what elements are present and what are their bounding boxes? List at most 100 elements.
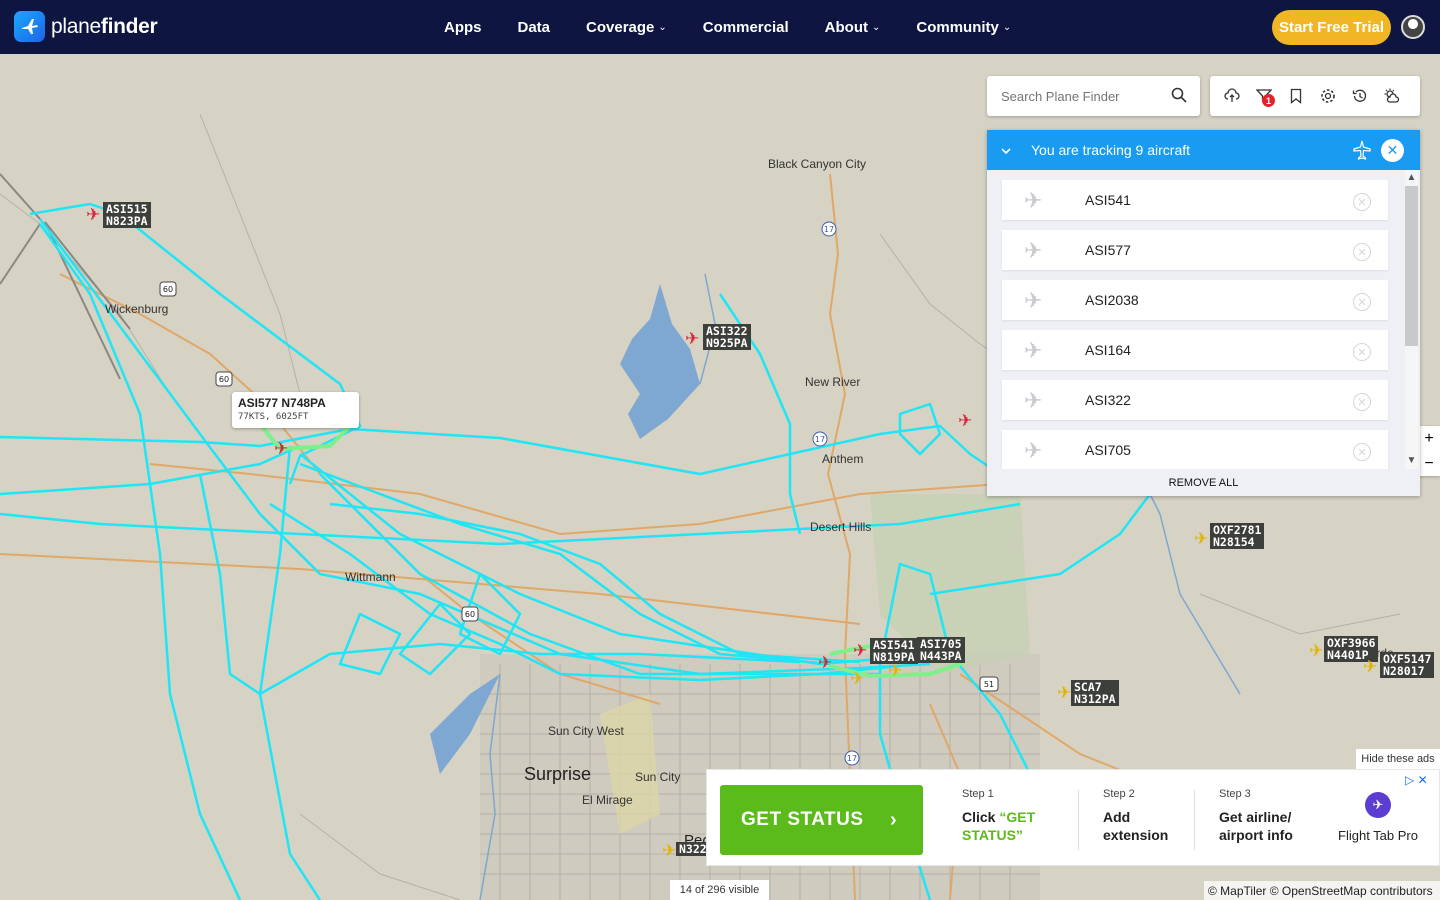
start-free-trial-button[interactable]: Start Free Trial	[1272, 10, 1391, 45]
aircraft-icon-asi577[interactable]: ✈	[274, 440, 288, 457]
tracked-aircraft-name: ASI705	[1085, 442, 1131, 458]
zoom-controls: + −	[1418, 426, 1440, 476]
aircraft-label-asi515[interactable]: ASI515 N823PA	[103, 202, 151, 228]
nav-item-community[interactable]: Community ⌄	[916, 19, 1011, 36]
aircraft-label-sca7[interactable]: SCA7 N312PA	[1071, 680, 1119, 706]
ad-step-1-text: Click	[962, 809, 1000, 825]
collapse-chevron-icon[interactable]	[1001, 142, 1011, 158]
aircraft-label-oxf2781[interactable]: OXF2781 N28154	[1210, 523, 1265, 549]
aircraft-icon-n322[interactable]: ✈	[662, 842, 676, 859]
remove-aircraft-icon[interactable]: ✕	[1353, 393, 1371, 411]
remove-aircraft-icon[interactable]: ✕	[1353, 443, 1371, 461]
hide-ads-link[interactable]: Hide these ads	[1356, 749, 1440, 769]
aircraft-icon-local[interactable]: ✈	[818, 654, 832, 671]
history-icon[interactable]	[1352, 88, 1368, 104]
list-scrollbar-thumb[interactable]	[1405, 186, 1418, 346]
get-status-label: GET STATUS	[741, 809, 864, 830]
scroll-up-icon[interactable]: ▲	[1405, 172, 1418, 186]
settings-icon[interactable]	[1320, 88, 1336, 104]
aircraft-icon-oxf3966[interactable]: ✈	[1309, 642, 1323, 659]
plane-icon: ✈	[1024, 188, 1043, 213]
map-toolbar: 1	[1210, 76, 1420, 116]
nav-item-data[interactable]: Data	[518, 19, 551, 36]
remove-aircraft-icon[interactable]: ✕	[1353, 193, 1371, 211]
tracking-title: You are tracking 9 aircraft	[1031, 142, 1191, 158]
place-label: Surprise	[524, 764, 592, 784]
main-nav: Apps Data Coverage ⌄ Commercial About ⌄ Communi…	[444, 0, 1047, 54]
remove-all-button[interactable]: REMOVE ALL	[987, 469, 1420, 496]
tracked-aircraft-row[interactable]: ✈ ASI2038 ✕	[1002, 280, 1388, 320]
chevron-down-icon: ⌄	[658, 21, 667, 33]
plane-icon: ✈	[1024, 338, 1043, 363]
tooltip-speed-altitude: 77KTS, 6025FT	[238, 412, 309, 422]
hide-aircraft-icon[interactable]	[1352, 140, 1372, 165]
ad-brand-name: Flight Tab Pro	[1338, 828, 1418, 843]
ad-step-2-number: Step 2	[1103, 788, 1135, 800]
ad-step-1: Step 1 Click “GET STATUS”	[962, 788, 1062, 844]
aircraft-icon-local-2[interactable]: ✈	[850, 670, 864, 687]
selected-aircraft-tooltip: ASI577 N748PA 77KTS, 6025FT	[232, 392, 359, 428]
scroll-down-icon[interactable]: ▼	[1405, 455, 1418, 469]
aircraft-icon-asi705[interactable]: ✈	[888, 662, 902, 679]
ad-close-icon[interactable]: ▷ ✕	[1405, 773, 1428, 787]
aircraft-label-oxf5147[interactable]: OXF5147 N28017	[1380, 652, 1435, 678]
aircraft-icon-oxf5147[interactable]: ✈	[1363, 658, 1377, 675]
aircraft-icon-asi322[interactable]: ✈	[685, 330, 699, 347]
tracked-aircraft-list: ✈ ASI541 ✕ ✈ ASI577 ✕ ✈ ASI2038 ✕ ✈ ASI164 ✕ ✈ ASI322…	[987, 170, 1420, 469]
remove-aircraft-icon[interactable]: ✕	[1353, 243, 1371, 261]
upload-cloud-icon[interactable]	[1224, 88, 1240, 104]
svg-text:17: 17	[815, 435, 825, 444]
place-label: Sun City West	[548, 724, 624, 738]
tracked-aircraft-row[interactable]: ✈ ASI164 ✕	[1002, 330, 1388, 370]
tracking-panel: You are tracking 9 aircraft ✕ ✈ ASI541 ✕ ✈ A…	[987, 130, 1420, 496]
tracked-aircraft-row[interactable]: ✈ ASI705 ✕	[1002, 430, 1388, 469]
place-label: New River	[805, 375, 861, 389]
zoom-in-icon[interactable]: +	[1424, 430, 1433, 448]
nav-item-label: About	[824, 18, 868, 36]
ad-brand[interactable]: ✈ Flight Tab Pro	[1329, 792, 1427, 843]
zoom-out-icon[interactable]: −	[1424, 455, 1433, 473]
tracked-aircraft-name: ASI577	[1085, 242, 1131, 258]
bookmark-icon[interactable]	[1288, 88, 1304, 104]
ad-step-2: Step 2 Add extension	[1103, 788, 1183, 844]
search-box	[987, 76, 1200, 116]
tooltip-callsign: ASI577 N748PA	[238, 396, 326, 410]
search-icon[interactable]	[1171, 87, 1187, 108]
planefinder-logo[interactable]: planefinder	[14, 11, 158, 42]
nav-item-coverage[interactable]: Coverage ⌄	[586, 19, 667, 36]
chevron-right-icon: ›	[890, 808, 898, 831]
aircraft-icon-oxf2781[interactable]: ✈	[1194, 530, 1208, 547]
nav-item-label: Apps	[444, 18, 482, 36]
tracked-aircraft-row[interactable]: ✈ ASI541 ✕	[1002, 180, 1388, 220]
tracked-aircraft-row[interactable]: ✈ ASI322 ✕	[1002, 380, 1388, 420]
place-label: Anthem	[822, 452, 864, 466]
aircraft-icon-asi541[interactable]: ✈	[853, 642, 867, 659]
get-status-button[interactable]: GET STATUS ›	[720, 785, 923, 855]
user-avatar[interactable]	[1401, 15, 1425, 39]
filter-icon[interactable]: 1	[1256, 88, 1275, 107]
weather-icon[interactable]	[1384, 88, 1400, 104]
aircraft-icon-partial[interactable]: ✈	[958, 412, 972, 429]
search-input[interactable]	[1001, 88, 1161, 104]
tracked-aircraft-row[interactable]: ✈ ASI577 ✕	[1002, 230, 1388, 270]
chevron-down-icon: ⌄	[871, 21, 881, 33]
close-panel-button[interactable]: ✕	[1381, 139, 1404, 162]
aircraft-label-n322[interactable]: N322	[676, 842, 710, 856]
aircraft-icon-sca7[interactable]: ✈	[1057, 684, 1071, 701]
nav-item-about[interactable]: About ⌄	[825, 19, 881, 36]
plane-icon: ✈	[1024, 438, 1043, 463]
remove-aircraft-icon[interactable]: ✕	[1353, 343, 1371, 361]
aircraft-label-asi322[interactable]: ASI322 N925PA	[703, 324, 751, 350]
aircraft-label-asi705[interactable]: ASI705 N443PA	[917, 637, 965, 663]
aircraft-icon-asi515[interactable]: ✈	[86, 206, 100, 223]
place-label: El Mirage	[582, 793, 633, 807]
remove-aircraft-icon[interactable]: ✕	[1353, 293, 1371, 311]
ad-step-3: Step 3 Get airline/ airport info	[1219, 788, 1309, 844]
ad-step-1-number: Step 1	[962, 788, 994, 800]
nav-item-label: Commercial	[702, 18, 789, 36]
tracking-panel-header[interactable]: You are tracking 9 aircraft ✕	[987, 130, 1420, 170]
plane-icon: ✈	[1024, 388, 1043, 413]
nav-item-apps[interactable]: Apps	[444, 19, 482, 36]
map-attribution[interactable]: © MapTiler © OpenStreetMap contributors	[1204, 881, 1440, 900]
nav-item-commercial[interactable]: Commercial	[703, 19, 789, 36]
